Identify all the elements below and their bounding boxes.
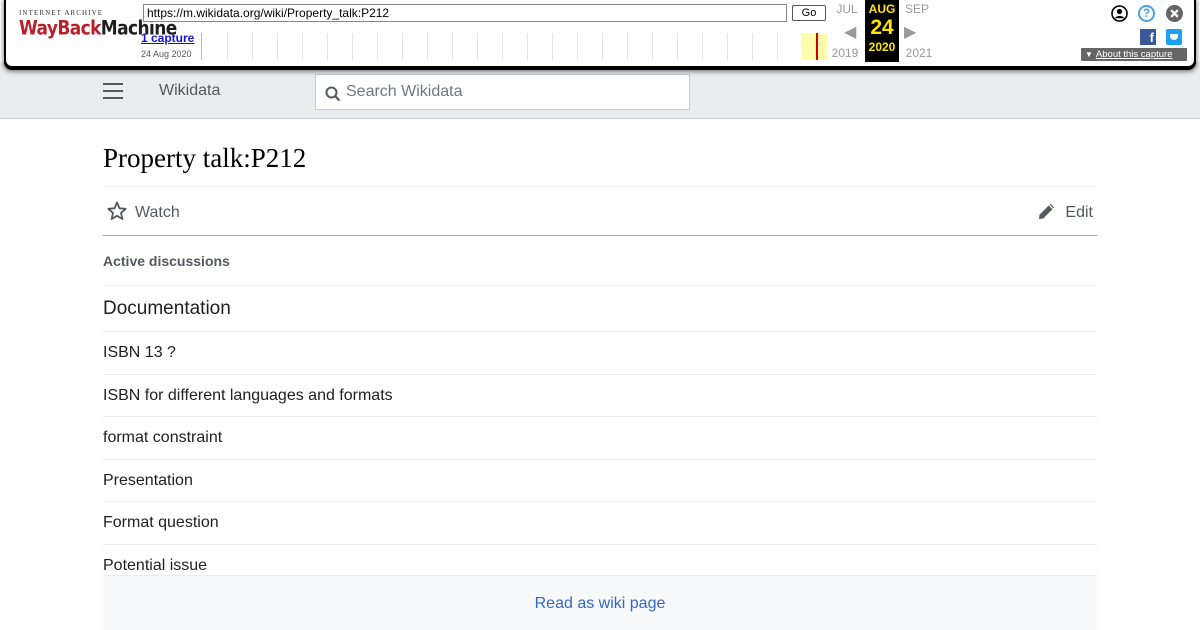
- search-icon: [325, 86, 341, 102]
- search-box[interactable]: [315, 74, 690, 110]
- sparkline-tick: [252, 33, 253, 60]
- wayback-logo-top: INTERNET ARCHIVE: [19, 9, 104, 17]
- close-icon[interactable]: [1166, 5, 1183, 22]
- sparkline-tick: [352, 33, 353, 60]
- sparkline-tick: [402, 33, 403, 60]
- wayback-logo[interactable]: INTERNET ARCHIVE WayBackMachine: [19, 9, 177, 40]
- page-actions: Watch Edit: [103, 186, 1097, 236]
- user-icon[interactable]: [1111, 5, 1128, 22]
- wayback-current-date: AUG 24 2020: [865, 0, 899, 62]
- sparkline-tick: [377, 33, 378, 60]
- wayback-logo-wordmark: WayBackMachine: [19, 17, 177, 40]
- topic-item[interactable]: ISBN for different languages and formats: [103, 375, 1097, 418]
- topic-item[interactable]: Presentation: [103, 460, 1097, 503]
- caret-down-icon: ▼: [1085, 50, 1093, 59]
- sparkline-tick: [777, 33, 778, 60]
- about-capture-label: About this capture: [1095, 49, 1173, 60]
- read-as-wiki-link[interactable]: Read as wiki page: [535, 595, 666, 612]
- sparkline-tick: [527, 33, 528, 60]
- sparkline-tick: [302, 33, 303, 60]
- wayback-toolbar: INTERNET ARCHIVE WayBackMachine Go 1 cap…: [6, 0, 1194, 66]
- sparkline-tick: [677, 33, 678, 60]
- wayback-go-button[interactable]: Go: [792, 5, 826, 21]
- page-title: Property talk:P212: [103, 143, 307, 173]
- watch-label: Watch: [135, 204, 180, 221]
- wayback-capture-date: 24 Aug 2020: [141, 49, 192, 59]
- wayback-next-arrow-icon[interactable]: ▶: [904, 22, 916, 42]
- help-icon[interactable]: ?: [1138, 5, 1155, 22]
- twitter-icon[interactable]: [1166, 29, 1182, 45]
- search-input[interactable]: [346, 75, 686, 109]
- sparkline-tick: [327, 33, 328, 60]
- star-icon: [107, 201, 127, 220]
- sparkline-tick: [477, 33, 478, 60]
- sparkline-capture-mark[interactable]: [816, 33, 818, 60]
- hamburger-menu-icon[interactable]: [103, 83, 123, 99]
- topic-item[interactable]: Format question: [103, 502, 1097, 545]
- sparkline-tick: [552, 33, 553, 60]
- site-name[interactable]: Wikidata: [159, 82, 220, 100]
- sparkline-highlight: [801, 33, 827, 60]
- section-heading[interactable]: Documentation: [103, 286, 1097, 332]
- wayback-next-month: SEP: [904, 2, 929, 16]
- wayback-url-input[interactable]: [143, 4, 787, 22]
- about-capture-button[interactable]: ▼ About this capture: [1081, 48, 1187, 61]
- watch-button[interactable]: Watch: [107, 201, 180, 222]
- sparkline-tick: [577, 33, 578, 60]
- active-discussions-heading: Active discussions: [103, 236, 1097, 286]
- wayback-logo-part1: WayBack: [19, 17, 101, 40]
- wayback-prev-arrow-icon[interactable]: ◀: [844, 22, 856, 42]
- wayback-current-month: AUG: [868, 2, 896, 16]
- topic-item[interactable]: format constraint: [103, 417, 1097, 460]
- sparkline-tick: [702, 33, 703, 60]
- sparkline-tick: [727, 33, 728, 60]
- wayback-current-year: 2020: [868, 40, 896, 54]
- wayback-next-year: 2021: [905, 46, 933, 60]
- facebook-icon[interactable]: f: [1140, 29, 1156, 45]
- page-content: Property talk:P212 Watch Edit Active dis…: [103, 119, 1097, 588]
- sparkline-tick: [452, 33, 453, 60]
- site-header: Wikidata: [0, 62, 1200, 119]
- edit-label: Edit: [1065, 204, 1093, 221]
- sparkline-tick: [427, 33, 428, 60]
- topic-item[interactable]: ISBN 13 ?: [103, 332, 1097, 375]
- edit-button[interactable]: Edit: [1037, 201, 1093, 222]
- pencil-icon: [1039, 203, 1055, 219]
- wayback-prev-year: 2019: [831, 46, 859, 60]
- sparkline-tick: [752, 33, 753, 60]
- sparkline-tick: [652, 33, 653, 60]
- sparkline-tick: [227, 33, 228, 60]
- sparkline-tick: [502, 33, 503, 60]
- wayback-sparkline[interactable]: [201, 33, 827, 60]
- wayback-current-day: 24: [870, 16, 894, 39]
- read-as-wiki-footer: Read as wiki page: [103, 575, 1097, 630]
- wayback-captures-link[interactable]: 1 capture: [141, 31, 194, 45]
- sparkline-tick: [627, 33, 628, 60]
- wayback-prev-month: JUL: [836, 2, 858, 16]
- sparkline-tick: [602, 33, 603, 60]
- sparkline-tick: [277, 33, 278, 60]
